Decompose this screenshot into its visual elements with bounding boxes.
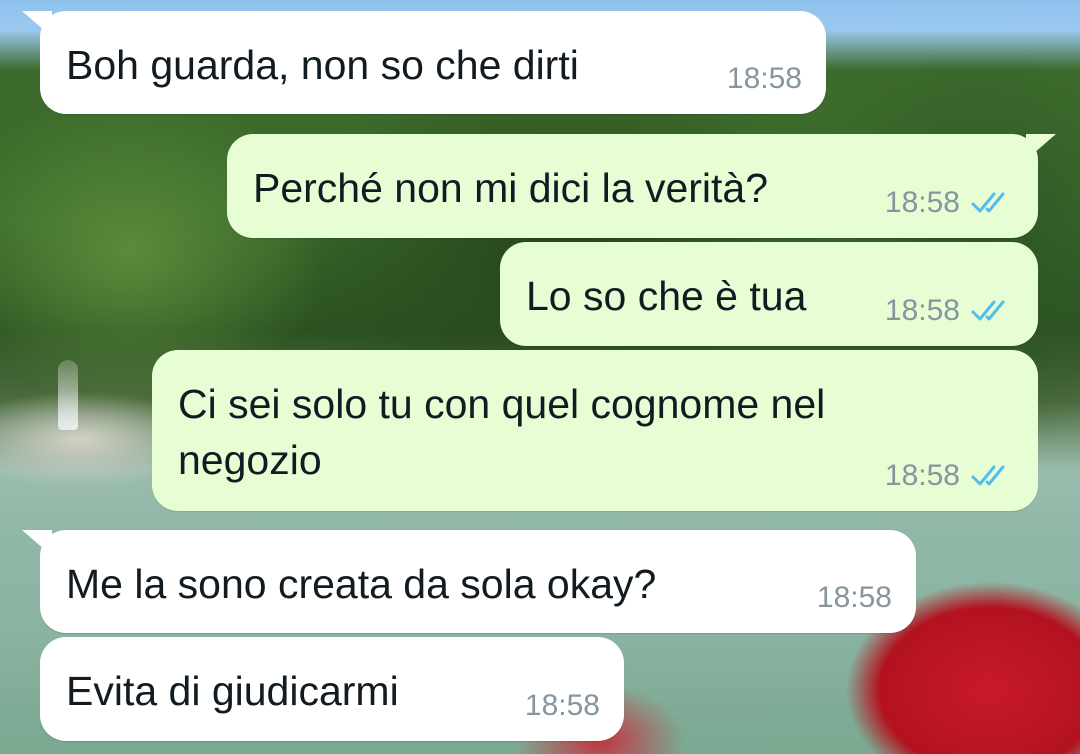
double-check-icon — [971, 465, 1005, 486]
message-time: 18:58 — [884, 459, 960, 492]
outgoing-message-bubble[interactable]: Perché non mi dici la verità? 18:58 — [227, 134, 1056, 238]
double-check-icon — [971, 300, 1005, 321]
outgoing-message-bubble[interactable]: Lo so che è tua 18:58 — [500, 242, 1038, 346]
incoming-message-bubble[interactable]: Evita di giudicarmi 18:58 — [40, 637, 624, 741]
message-meta: 18:58 — [885, 296, 1014, 326]
incoming-message-bubble[interactable]: Me la sono creata da sola okay? 18:58 — [22, 530, 916, 633]
message-meta: 18:58 — [885, 461, 1014, 491]
message-meta: 18:58 — [885, 188, 1014, 218]
message-meta: 18:58 — [525, 691, 600, 721]
message-time: 18:58 — [726, 62, 802, 95]
message-text: Evita di giudicarmi — [66, 668, 399, 714]
outgoing-message-bubble[interactable]: Ci sei solo tu con quel cognome nel nego… — [152, 350, 1038, 511]
message-text: Me la sono creata da sola okay? — [66, 561, 657, 607]
message-time: 18:58 — [524, 689, 600, 722]
double-check-icon — [971, 192, 1005, 213]
message-text: Boh guarda, non so che dirti — [66, 42, 579, 88]
message-time: 18:58 — [816, 581, 892, 614]
message-meta: 18:58 — [817, 583, 892, 613]
message-time: 18:58 — [884, 294, 960, 327]
message-time: 18:58 — [884, 186, 960, 219]
message-list[interactable]: Boh guarda, non so che dirti 18:58 Perch… — [0, 0, 1080, 754]
incoming-message-bubble[interactable]: Boh guarda, non so che dirti 18:58 — [22, 11, 826, 114]
message-meta: 18:58 — [727, 64, 802, 94]
